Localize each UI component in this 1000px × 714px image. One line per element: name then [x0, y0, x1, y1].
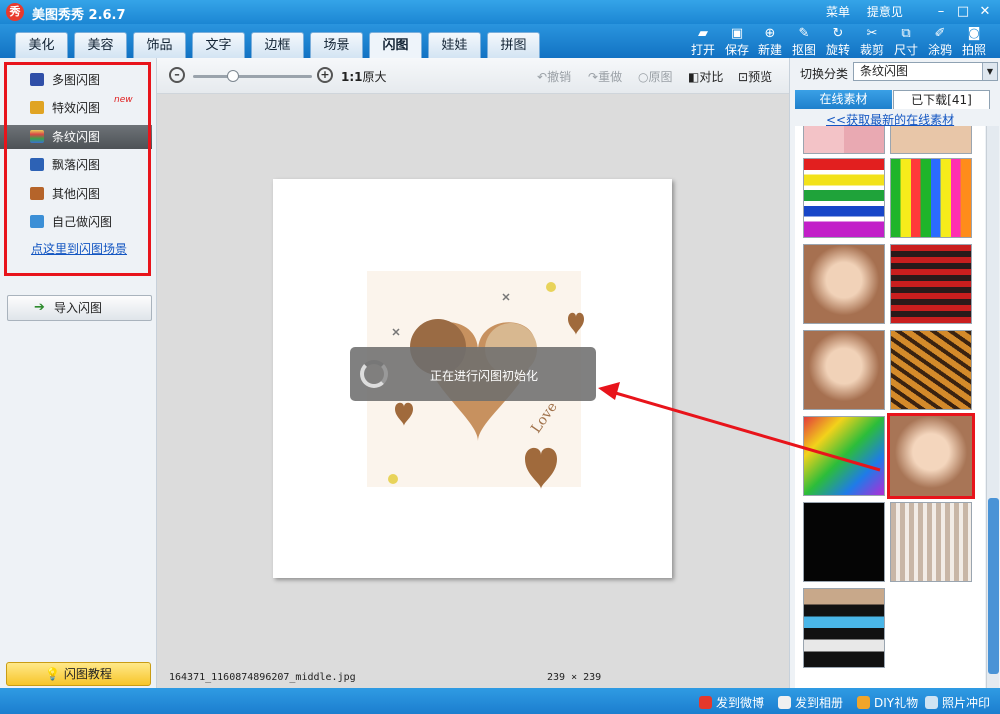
feedback-link[interactable]: 提意见: [867, 5, 903, 19]
new-button[interactable]: ⊕ 新建: [753, 26, 787, 57]
menu-link[interactable]: 菜单: [826, 5, 850, 19]
gift-icon: [857, 696, 870, 709]
flash-tutorial-button[interactable]: 💡 闪图教程: [6, 662, 151, 686]
material-thumb[interactable]: [890, 502, 972, 582]
material-thumb[interactable]: [803, 416, 885, 496]
right-panel: 切换分类 条纹闪图 ▼ 在线素材 已下载[41] <<获取最新的在线素材: [789, 58, 1000, 688]
compare-icon: ◧: [688, 70, 700, 84]
brush-icon: ✐: [934, 26, 946, 41]
camera-button[interactable]: ◙ 拍照: [957, 26, 991, 57]
file-name: 164371_1160874896207_middle.jpg: [169, 672, 356, 683]
photo-print-button[interactable]: 照片冲印: [925, 694, 990, 711]
undo-button[interactable]: ↶撤销: [537, 68, 571, 85]
rotate-icon: ↻: [832, 26, 844, 41]
zoom-in-icon[interactable]: +: [317, 67, 333, 83]
folder-icon: ▰: [698, 26, 708, 41]
crop-button[interactable]: ✂ 裁剪: [855, 26, 889, 57]
chevron-down-icon: ▼: [982, 63, 997, 80]
plus-icon: ⊕: [764, 26, 776, 41]
left-panel: 多图闪图 特效闪图 new 条纹闪图 飘落闪图 其他闪图 自己做闪图 点这里到闪…: [0, 58, 157, 688]
maximize-icon[interactable]: □: [954, 3, 972, 20]
resize-icon: ⧉: [901, 26, 911, 41]
material-thumb[interactable]: [890, 330, 972, 410]
tab-flash[interactable]: 闪图: [369, 32, 422, 58]
material-thumb[interactable]: [803, 244, 885, 324]
bulb-icon: 💡: [45, 667, 64, 681]
status-bar: 发到微博 发到相册 DIY礼物 照片冲印: [0, 688, 1000, 714]
undo-icon: ↶: [537, 70, 548, 84]
material-grid: [795, 126, 985, 688]
spinner-icon: [360, 360, 388, 388]
preview-button[interactable]: ⊡预览: [738, 68, 772, 85]
rotate-button[interactable]: ↻ 旋转: [821, 26, 855, 57]
title-bar: 秀 美图秀秀 2.6.7 菜单 提意见 – □ ✕: [0, 0, 1000, 24]
tab-text[interactable]: 文字: [192, 32, 245, 58]
material-thumb[interactable]: [803, 502, 885, 582]
scrollbar-thumb[interactable]: [988, 498, 999, 674]
tab-beautify[interactable]: 美化: [15, 32, 68, 58]
pen-icon: ✎: [798, 26, 810, 41]
material-thumb[interactable]: [803, 158, 885, 238]
preview-icon: ⊡: [738, 70, 749, 84]
tab-face[interactable]: 美容: [74, 32, 127, 58]
tab-decorations[interactable]: 饰品: [133, 32, 186, 58]
material-scrollbar[interactable]: [986, 126, 999, 688]
disk-icon: ▣: [730, 26, 744, 41]
save-button[interactable]: ▣ 保存: [720, 26, 754, 57]
material-thumb[interactable]: [803, 126, 885, 154]
close-icon[interactable]: ✕: [976, 3, 994, 20]
cutout-button[interactable]: ✎ 抠图: [787, 26, 821, 57]
zoom-out-icon[interactable]: –: [169, 67, 185, 83]
open-button[interactable]: ▰ 打开: [686, 26, 720, 57]
resize-button[interactable]: ⧉ 尺寸: [889, 26, 923, 57]
main-toolbar: 美化 美容 饰品 文字 边框 场景 闪图 娃娃 拼图 ▰ 打开 ▣ 保存 ⊕ 新建 ✎…: [0, 24, 1000, 58]
loading-text: 正在进行闪图初始化: [430, 369, 539, 383]
tab-doll[interactable]: 娃娃: [428, 32, 481, 58]
weibo-icon: [699, 696, 712, 709]
redo-button[interactable]: ↷重做: [588, 68, 622, 85]
scissors-icon: ✂: [866, 26, 878, 41]
category-select[interactable]: 条纹闪图 ▼: [853, 62, 998, 81]
material-thumb-selected[interactable]: [887, 413, 975, 499]
import-flash-button[interactable]: ➔ 导入闪图: [7, 295, 152, 321]
share-weibo-button[interactable]: 发到微博: [699, 694, 764, 711]
canvas-area: – + 1:1原大 ↶撤销 ↷重做 ○原图 ◧对比 ⊡预览 Love 正在进行闪…: [157, 58, 789, 688]
highlight-box: [4, 62, 151, 276]
material-thumb[interactable]: [890, 244, 972, 324]
tab-downloaded[interactable]: 已下载[41]: [893, 90, 990, 109]
tab-scene[interactable]: 场景: [310, 32, 363, 58]
printer-icon: [925, 696, 938, 709]
import-icon: ➔: [34, 300, 45, 315]
minimize-icon[interactable]: –: [932, 3, 950, 20]
zoom-slider-knob[interactable]: [227, 70, 240, 82]
tab-frame[interactable]: 边框: [251, 32, 304, 58]
camera-icon: ◙: [967, 26, 981, 41]
album-icon: [778, 696, 791, 709]
compare-button[interactable]: ◧对比: [688, 68, 723, 85]
canvas-toolbar: – + 1:1原大 ↶撤销 ↷重做 ○原图 ◧对比 ⊡预览: [157, 58, 789, 94]
share-album-button[interactable]: 发到相册: [778, 694, 843, 711]
tab-collage[interactable]: 拼图: [487, 32, 540, 58]
top-links: 菜单 提意见: [826, 3, 916, 20]
category-label: 切换分类: [800, 67, 849, 81]
app-logo: 秀: [6, 3, 24, 21]
image-size: 239 × 239: [547, 672, 602, 683]
zoom-ratio[interactable]: 1:1原大: [341, 68, 387, 85]
loading-toast: 正在进行闪图初始化: [350, 347, 596, 401]
doodle-button[interactable]: ✐ 涂鸦: [923, 26, 957, 57]
material-thumb[interactable]: [803, 330, 885, 410]
material-thumb[interactable]: [803, 588, 885, 668]
app-title: 美图秀秀 2.6.7: [32, 8, 126, 23]
zoom-slider[interactable]: [193, 70, 312, 82]
diy-gift-button[interactable]: DIY礼物: [857, 694, 918, 711]
original-button[interactable]: ○原图: [638, 68, 673, 85]
tab-online-material[interactable]: 在线素材: [795, 90, 892, 109]
circle-icon: ○: [638, 70, 649, 84]
material-thumb[interactable]: [890, 126, 972, 154]
redo-icon: ↷: [588, 70, 599, 84]
material-thumb[interactable]: [890, 158, 972, 238]
